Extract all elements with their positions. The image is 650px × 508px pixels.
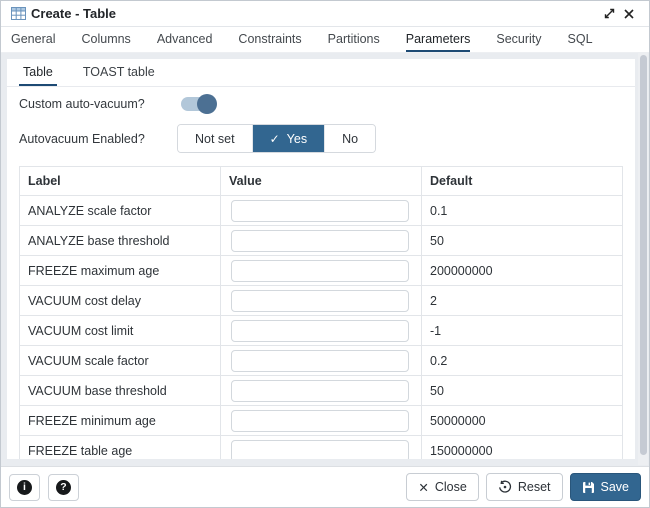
vertical-scrollbar[interactable] — [638, 53, 648, 465]
close-icon — [624, 9, 634, 19]
tab-general[interactable]: General — [11, 27, 55, 52]
param-value-input[interactable] — [231, 320, 409, 342]
param-label: VACUUM cost limit — [20, 316, 221, 346]
param-default-value: 2 — [422, 286, 623, 316]
maximize-button[interactable] — [599, 4, 619, 24]
dialog-titlebar: Create - Table — [1, 1, 649, 27]
parameters-table-body: ANALYZE scale factor 0.1 ANALYZE base th… — [20, 196, 623, 460]
autovacuum-option-not-set[interactable]: Not set — [178, 125, 252, 152]
param-value-input[interactable] — [231, 260, 409, 282]
table-row: VACUUM cost limit -1 — [20, 316, 623, 346]
column-header-default: Default — [422, 167, 623, 196]
autovacuum-enabled-group: Not set ✓ Yes No — [177, 124, 376, 153]
autovacuum-enabled-label: Autovacuum Enabled? — [19, 132, 177, 146]
param-value-input[interactable] — [231, 200, 409, 222]
param-value-input[interactable] — [231, 230, 409, 252]
column-header-value: Value — [221, 167, 422, 196]
param-value-input[interactable] — [231, 380, 409, 402]
table-row: VACUUM base threshold 50 — [20, 376, 623, 406]
custom-autovacuum-toggle[interactable] — [181, 97, 215, 111]
check-icon: ✓ — [270, 132, 280, 146]
param-default-value: 50 — [422, 226, 623, 256]
table-header-row: Label Value Default — [20, 167, 623, 196]
dialog-footer: i ? ✕ Close Reset — [1, 466, 649, 507]
param-default-value: 50000000 — [422, 406, 623, 436]
table-row: ANALYZE scale factor 0.1 — [20, 196, 623, 226]
param-value-input[interactable] — [231, 440, 409, 460]
close-dialog-button[interactable] — [619, 4, 639, 24]
reset-button-label: Reset — [518, 480, 551, 494]
subtab-toast-table[interactable]: TOAST table — [79, 59, 159, 86]
autovacuum-option-yes-label: Yes — [287, 132, 307, 146]
scrollbar-thumb[interactable] — [640, 55, 647, 455]
table-row: FREEZE minimum age 50000000 — [20, 406, 623, 436]
param-default-value: 50 — [422, 376, 623, 406]
param-value-input[interactable] — [231, 350, 409, 372]
expand-icon — [604, 8, 615, 19]
table-row: VACUUM scale factor 0.2 — [20, 346, 623, 376]
tab-partitions[interactable]: Partitions — [328, 27, 380, 52]
toggle-knob — [197, 94, 217, 114]
param-label: ANALYZE base threshold — [20, 226, 221, 256]
param-label: FREEZE minimum age — [20, 406, 221, 436]
param-label: VACUUM scale factor — [20, 346, 221, 376]
create-table-dialog: Create - Table General Columns Advanced … — [0, 0, 650, 508]
param-default-value: 200000000 — [422, 256, 623, 286]
custom-autovacuum-row: Custom auto-vacuum? — [19, 97, 623, 111]
param-default-value: 0.2 — [422, 346, 623, 376]
info-icon: i — [17, 480, 32, 495]
tab-columns[interactable]: Columns — [81, 27, 130, 52]
parameters-panel: Table TOAST table Custom auto-vacuum? Au… — [7, 59, 635, 459]
param-label: ANALYZE scale factor — [20, 196, 221, 226]
table-row: FREEZE maximum age 200000000 — [20, 256, 623, 286]
autovacuum-enabled-row: Autovacuum Enabled? Not set ✓ Yes No — [19, 124, 623, 153]
param-value-input[interactable] — [231, 290, 409, 312]
tab-security[interactable]: Security — [496, 27, 541, 52]
save-button-label: Save — [601, 480, 630, 494]
dialog-tabstrip: General Columns Advanced Constraints Par… — [1, 27, 649, 53]
param-default-value: 150000000 — [422, 436, 623, 460]
reset-icon — [498, 480, 512, 494]
close-button[interactable]: ✕ Close — [406, 473, 478, 501]
param-label: VACUUM base threshold — [20, 376, 221, 406]
param-default-value: 0.1 — [422, 196, 623, 226]
dialog-help-button[interactable]: ? — [48, 474, 79, 501]
param-label: FREEZE maximum age — [20, 256, 221, 286]
tab-constraints[interactable]: Constraints — [238, 27, 301, 52]
vacuum-parameters-table: Label Value Default ANALYZE scale factor… — [19, 166, 623, 459]
table-row: VACUUM cost delay 2 — [20, 286, 623, 316]
close-x-icon: ✕ — [418, 480, 428, 495]
autovacuum-option-no[interactable]: No — [324, 125, 375, 152]
save-button[interactable]: Save — [570, 473, 642, 501]
save-icon — [582, 481, 595, 494]
param-default-value: -1 — [422, 316, 623, 346]
tab-parameters[interactable]: Parameters — [406, 27, 471, 52]
table-row: FREEZE table age 150000000 — [20, 436, 623, 460]
autovacuum-option-yes[interactable]: ✓ Yes — [252, 125, 324, 152]
table-icon — [11, 7, 26, 20]
help-icon: ? — [56, 480, 71, 495]
param-label: FREEZE table age — [20, 436, 221, 460]
reset-button[interactable]: Reset — [486, 473, 563, 501]
sql-help-button[interactable]: i — [9, 474, 40, 501]
parameters-tab-content: Table TOAST table Custom auto-vacuum? Au… — [1, 53, 649, 466]
tab-sql[interactable]: SQL — [568, 27, 593, 52]
custom-autovacuum-label: Custom auto-vacuum? — [19, 97, 177, 111]
subtab-table[interactable]: Table — [19, 59, 57, 86]
parameters-subtabs: Table TOAST table — [7, 59, 635, 87]
tab-advanced[interactable]: Advanced — [157, 27, 213, 52]
param-label: VACUUM cost delay — [20, 286, 221, 316]
column-header-label: Label — [20, 167, 221, 196]
table-parameters-form: Custom auto-vacuum? Autovacuum Enabled? … — [7, 87, 635, 459]
table-row: ANALYZE base threshold 50 — [20, 226, 623, 256]
close-button-label: Close — [435, 480, 467, 494]
dialog-title: Create - Table — [31, 6, 116, 21]
param-value-input[interactable] — [231, 410, 409, 432]
